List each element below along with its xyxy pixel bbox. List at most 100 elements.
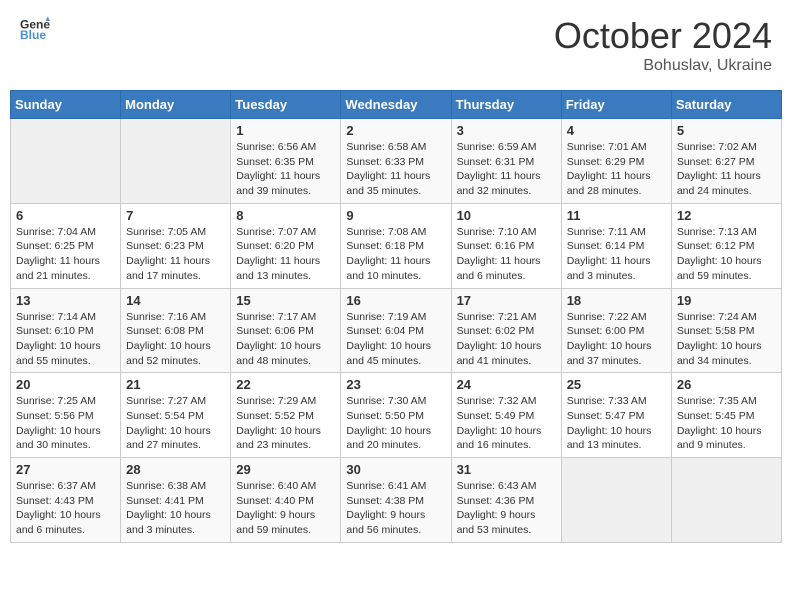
day-number: 10 <box>457 208 556 223</box>
day-number: 17 <box>457 293 556 308</box>
day-info: Sunrise: 7:29 AM Sunset: 5:52 PM Dayligh… <box>236 394 335 453</box>
calendar-week-5: 27 Sunrise: 6:37 AM Sunset: 4:43 PM Dayli… <box>11 458 782 543</box>
calendar-cell: 29Sunrise: 6:40 AM Sunset: 4:40 PM Dayli… <box>231 458 341 543</box>
calendar-cell: 20Sunrise: 7:25 AM Sunset: 5:56 PM Dayli… <box>11 373 121 458</box>
day-number: 25 <box>567 377 666 392</box>
day-info: Sunrise: 7:21 AM Sunset: 6:02 PM Dayligh… <box>457 310 556 369</box>
day-info: Sunrise: 7:33 AM Sunset: 5:47 PM Dayligh… <box>567 394 666 453</box>
day-info: Sunrise: 6:38 AM Sunset: 4:41 PM Dayligh… <box>126 479 225 538</box>
logo: General Blue <box>20 15 52 45</box>
day-number: 23 <box>346 377 445 392</box>
day-number: 28 <box>126 462 225 477</box>
weekday-header-saturday: Saturday <box>671 91 781 119</box>
calendar-cell: 13 Sunrise: 7:14 AM Sunset: 6:10 PM Dayli… <box>11 288 121 373</box>
day-number: 13 <box>16 293 115 308</box>
day-number: 5 <box>677 123 776 138</box>
day-info: Sunrise: 7:19 AM Sunset: 6:04 PM Dayligh… <box>346 310 445 369</box>
month-title: October 2024 <box>554 15 772 57</box>
calendar-cell: 19Sunrise: 7:24 AM Sunset: 5:58 PM Dayli… <box>671 288 781 373</box>
weekday-header-tuesday: Tuesday <box>231 91 341 119</box>
day-number: 14 <box>126 293 225 308</box>
day-info: Sunrise: 7:25 AM Sunset: 5:56 PM Dayligh… <box>16 394 115 453</box>
day-info: Sunrise: 6:37 AM Sunset: 4:43 PM Dayligh… <box>16 479 115 538</box>
day-number: 4 <box>567 123 666 138</box>
day-info: Sunrise: 7:24 AM Sunset: 5:58 PM Dayligh… <box>677 310 776 369</box>
day-info: Sunrise: 7:05 AM Sunset: 6:23 PM Dayligh… <box>126 225 225 284</box>
calendar-cell <box>121 119 231 204</box>
day-number: 2 <box>346 123 445 138</box>
location-subtitle: Bohuslav, Ukraine <box>554 57 772 75</box>
calendar-cell: 6Sunrise: 7:04 AM Sunset: 6:25 PM Daylig… <box>11 203 121 288</box>
calendar-cell <box>671 458 781 543</box>
calendar-cell: 9 Sunrise: 7:08 AM Sunset: 6:18 PM Daylig… <box>341 203 451 288</box>
day-info: Sunrise: 7:30 AM Sunset: 5:50 PM Dayligh… <box>346 394 445 453</box>
day-number: 27 <box>16 462 115 477</box>
logo-icon: General Blue <box>20 15 50 45</box>
day-number: 3 <box>457 123 556 138</box>
weekday-header-sunday: Sunday <box>11 91 121 119</box>
day-number: 18 <box>567 293 666 308</box>
day-number: 15 <box>236 293 335 308</box>
day-number: 7 <box>126 208 225 223</box>
calendar-cell: 26 Sunrise: 7:35 AM Sunset: 5:45 PM Dayli… <box>671 373 781 458</box>
calendar-week-3: 13 Sunrise: 7:14 AM Sunset: 6:10 PM Dayli… <box>11 288 782 373</box>
calendar-cell <box>11 119 121 204</box>
calendar-cell: 4 Sunrise: 7:01 AM Sunset: 6:29 PM Daylig… <box>561 119 671 204</box>
day-number: 29 <box>236 462 335 477</box>
day-info: Sunrise: 7:07 AM Sunset: 6:20 PM Dayligh… <box>236 225 335 284</box>
day-info: Sunrise: 7:13 AM Sunset: 6:12 PM Dayligh… <box>677 225 776 284</box>
calendar-cell: 3 Sunrise: 6:59 AM Sunset: 6:31 PM Daylig… <box>451 119 561 204</box>
calendar-week-1: 1Sunrise: 6:56 AM Sunset: 6:35 PM Daylig… <box>11 119 782 204</box>
day-info: Sunrise: 6:43 AM Sunset: 4:36 PM Dayligh… <box>457 479 556 538</box>
calendar-cell: 28 Sunrise: 6:38 AM Sunset: 4:41 PM Dayli… <box>121 458 231 543</box>
weekday-header-friday: Friday <box>561 91 671 119</box>
day-info: Sunrise: 7:14 AM Sunset: 6:10 PM Dayligh… <box>16 310 115 369</box>
day-info: Sunrise: 7:11 AM Sunset: 6:14 PM Dayligh… <box>567 225 666 284</box>
calendar-cell: 31 Sunrise: 6:43 AM Sunset: 4:36 PM Dayli… <box>451 458 561 543</box>
calendar-cell: 21 Sunrise: 7:27 AM Sunset: 5:54 PM Dayli… <box>121 373 231 458</box>
calendar-cell: 27 Sunrise: 6:37 AM Sunset: 4:43 PM Dayli… <box>11 458 121 543</box>
day-number: 24 <box>457 377 556 392</box>
calendar-cell: 8Sunrise: 7:07 AM Sunset: 6:20 PM Daylig… <box>231 203 341 288</box>
day-number: 6 <box>16 208 115 223</box>
calendar-cell: 12 Sunrise: 7:13 AM Sunset: 6:12 PM Dayli… <box>671 203 781 288</box>
day-info: Sunrise: 7:16 AM Sunset: 6:08 PM Dayligh… <box>126 310 225 369</box>
day-number: 16 <box>346 293 445 308</box>
day-info: Sunrise: 6:58 AM Sunset: 6:33 PM Dayligh… <box>346 140 445 199</box>
calendar-cell: 30 Sunrise: 6:41 AM Sunset: 4:38 PM Dayli… <box>341 458 451 543</box>
calendar-cell: 22Sunrise: 7:29 AM Sunset: 5:52 PM Dayli… <box>231 373 341 458</box>
day-info: Sunrise: 6:59 AM Sunset: 6:31 PM Dayligh… <box>457 140 556 199</box>
svg-text:Blue: Blue <box>20 28 46 42</box>
day-info: Sunrise: 7:27 AM Sunset: 5:54 PM Dayligh… <box>126 394 225 453</box>
day-info: Sunrise: 6:41 AM Sunset: 4:38 PM Dayligh… <box>346 479 445 538</box>
weekday-header-wednesday: Wednesday <box>341 91 451 119</box>
calendar-cell: 18 Sunrise: 7:22 AM Sunset: 6:00 PM Dayli… <box>561 288 671 373</box>
day-info: Sunrise: 7:17 AM Sunset: 6:06 PM Dayligh… <box>236 310 335 369</box>
calendar-cell: 24 Sunrise: 7:32 AM Sunset: 5:49 PM Dayli… <box>451 373 561 458</box>
day-info: Sunrise: 7:02 AM Sunset: 6:27 PM Dayligh… <box>677 140 776 199</box>
day-info: Sunrise: 7:01 AM Sunset: 6:29 PM Dayligh… <box>567 140 666 199</box>
day-number: 11 <box>567 208 666 223</box>
day-number: 26 <box>677 377 776 392</box>
day-number: 12 <box>677 208 776 223</box>
calendar-header: SundayMondayTuesdayWednesdayThursdayFrid… <box>11 91 782 119</box>
day-number: 30 <box>346 462 445 477</box>
weekday-header-thursday: Thursday <box>451 91 561 119</box>
day-number: 9 <box>346 208 445 223</box>
day-info: Sunrise: 7:32 AM Sunset: 5:49 PM Dayligh… <box>457 394 556 453</box>
day-number: 31 <box>457 462 556 477</box>
calendar-cell <box>561 458 671 543</box>
day-info: Sunrise: 7:08 AM Sunset: 6:18 PM Dayligh… <box>346 225 445 284</box>
calendar-cell: 2 Sunrise: 6:58 AM Sunset: 6:33 PM Daylig… <box>341 119 451 204</box>
day-number: 21 <box>126 377 225 392</box>
day-info: Sunrise: 7:35 AM Sunset: 5:45 PM Dayligh… <box>677 394 776 453</box>
calendar-cell: 10 Sunrise: 7:10 AM Sunset: 6:16 PM Dayli… <box>451 203 561 288</box>
day-number: 1 <box>236 123 335 138</box>
calendar-cell: 23 Sunrise: 7:30 AM Sunset: 5:50 PM Dayli… <box>341 373 451 458</box>
day-info: Sunrise: 7:22 AM Sunset: 6:00 PM Dayligh… <box>567 310 666 369</box>
calendar-week-4: 20Sunrise: 7:25 AM Sunset: 5:56 PM Dayli… <box>11 373 782 458</box>
calendar-cell: 7 Sunrise: 7:05 AM Sunset: 6:23 PM Daylig… <box>121 203 231 288</box>
calendar-week-2: 6Sunrise: 7:04 AM Sunset: 6:25 PM Daylig… <box>11 203 782 288</box>
day-info: Sunrise: 7:10 AM Sunset: 6:16 PM Dayligh… <box>457 225 556 284</box>
weekday-header-monday: Monday <box>121 91 231 119</box>
